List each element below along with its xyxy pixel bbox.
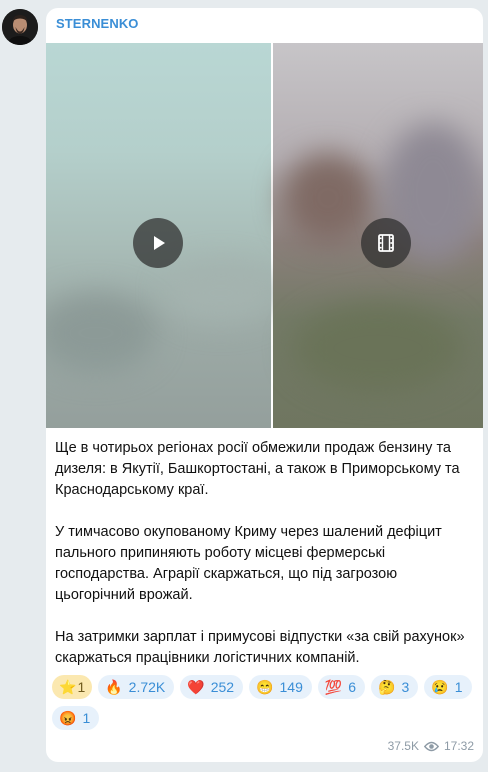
fire-icon: 🔥 xyxy=(105,679,123,695)
eye-icon xyxy=(423,741,439,751)
heart-icon: ❤️ xyxy=(187,679,205,695)
video-button[interactable] xyxy=(361,218,411,268)
play-icon xyxy=(154,236,165,250)
grin-face-icon: 😁 xyxy=(256,679,274,695)
channel-avatar[interactable] xyxy=(2,9,38,45)
reaction-star[interactable]: ⭐ 1 xyxy=(52,675,93,699)
reaction-heart[interactable]: ❤️ 252 xyxy=(180,675,244,699)
reaction-count: 149 xyxy=(279,679,303,695)
message-meta: 37.5K 17:32 xyxy=(388,739,474,753)
reaction-thinking[interactable]: 🤔 3 xyxy=(371,675,419,699)
video-film-icon xyxy=(378,234,394,252)
channel-name[interactable]: STERNENKO xyxy=(56,16,139,31)
reaction-count: 2.72K xyxy=(128,679,166,695)
message-paragraph: На затримки зарплат і примусові відпустк… xyxy=(55,629,465,666)
reaction-count: 252 xyxy=(210,679,235,695)
reaction-count: 1 xyxy=(454,679,463,695)
video-thumbnail-right[interactable] xyxy=(273,43,483,428)
view-count: 37.5K xyxy=(387,739,419,753)
message-text: Ще в чотирьох регіонах росії обмежили пр… xyxy=(55,438,475,690)
reaction-angry[interactable]: 😡 1 xyxy=(52,706,100,730)
reaction-count: 6 xyxy=(348,679,357,695)
reactions-bar: ⭐ 1 🔥 2.72K ❤️ 252 😁 149 💯 6 🤔 3 😢 1 😡 1 xyxy=(52,675,477,737)
star-icon: ⭐ xyxy=(59,679,77,695)
person-portrait-icon xyxy=(2,9,38,45)
message-bubble: STERNENKO Ще в чотирьох регіонах росії о… xyxy=(46,8,483,762)
reaction-count: 1 xyxy=(77,679,86,695)
message-paragraph: У тимчасово окупованому Криму через шале… xyxy=(55,524,442,603)
media-grid xyxy=(46,43,483,428)
message-time: 17:32 xyxy=(443,739,474,753)
crying-face-icon: 😢 xyxy=(431,679,449,695)
reaction-fire[interactable]: 🔥 2.72K xyxy=(98,675,175,699)
reaction-count: 1 xyxy=(82,710,91,726)
reaction-grin[interactable]: 😁 149 xyxy=(249,675,312,699)
message-paragraph: Ще в чотирьох регіонах росії обмежили пр… xyxy=(55,440,460,498)
play-button[interactable] xyxy=(133,218,183,268)
reaction-count: 3 xyxy=(401,679,410,695)
video-thumbnail-left[interactable] xyxy=(46,43,276,428)
hundred-points-icon: 💯 xyxy=(324,679,343,695)
reaction-hundred[interactable]: 💯 6 xyxy=(317,675,366,699)
angry-face-icon: 😡 xyxy=(59,710,77,726)
thinking-face-icon: 🤔 xyxy=(378,679,396,695)
reaction-crying[interactable]: 😢 1 xyxy=(424,675,472,699)
